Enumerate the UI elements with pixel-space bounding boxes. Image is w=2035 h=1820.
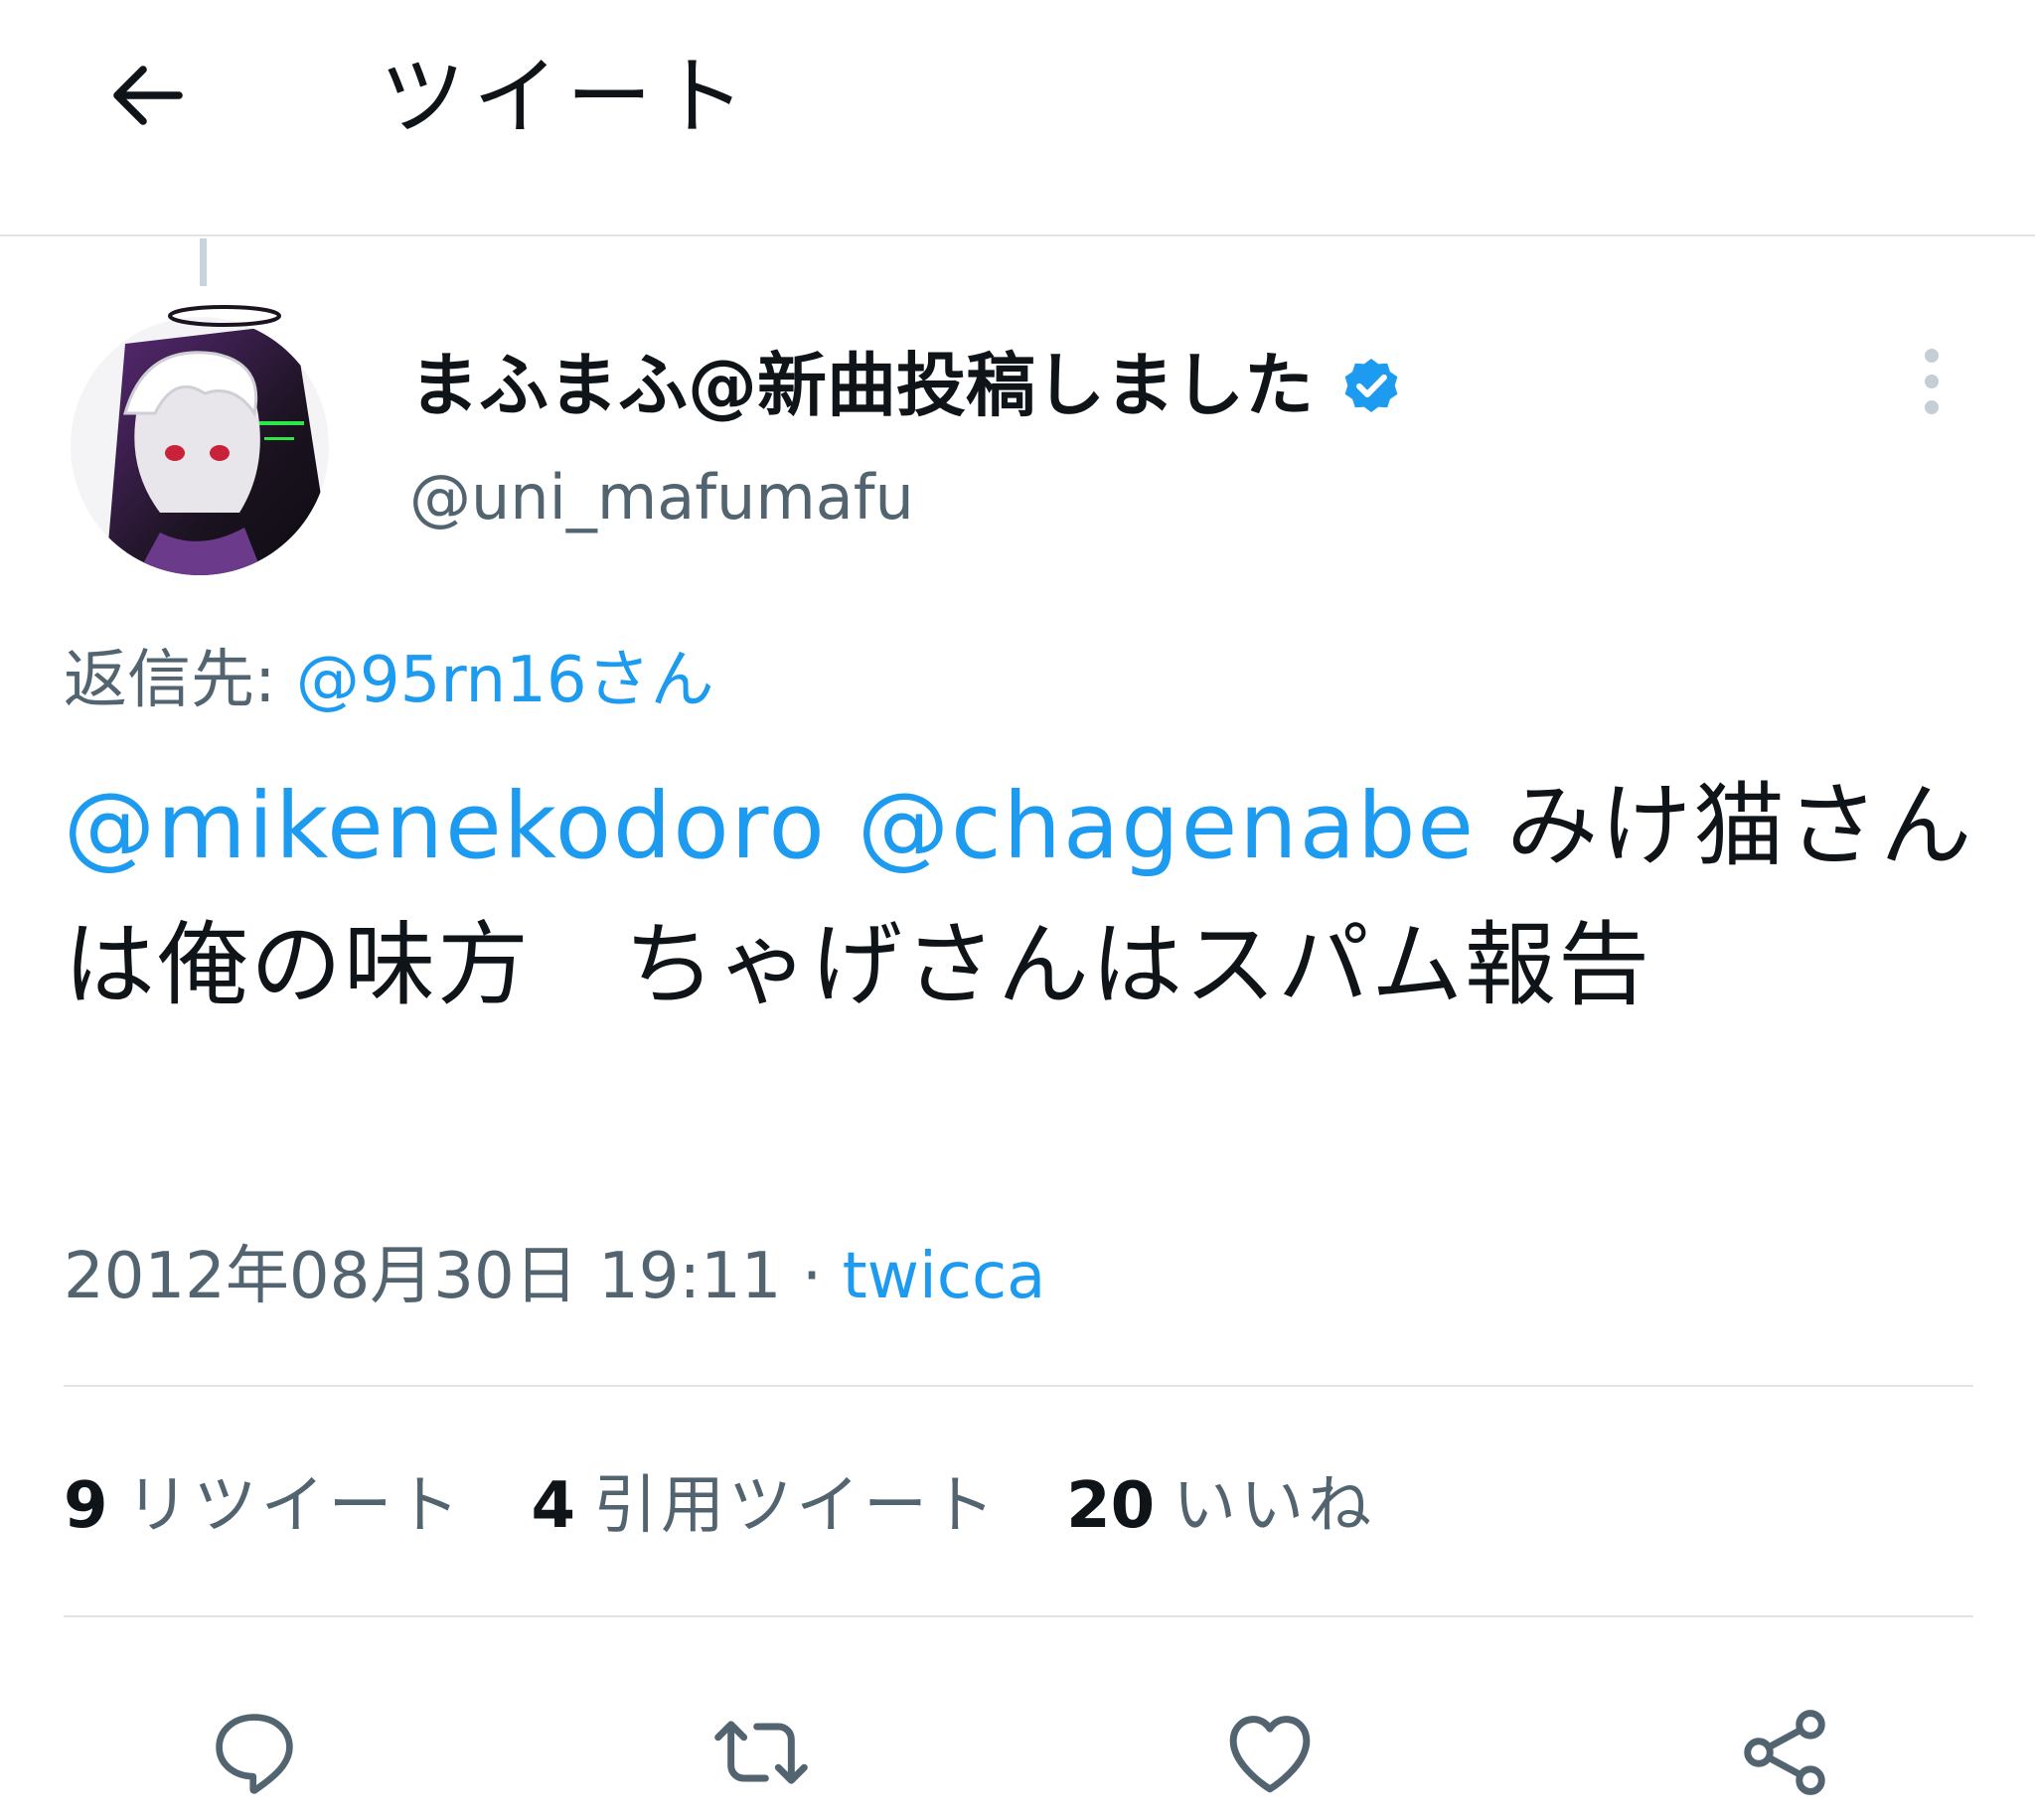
like-button[interactable] [1210, 1693, 1330, 1812]
more-vertical-icon [1925, 349, 1939, 414]
stat-count: 9 [64, 1469, 108, 1543]
author-handle[interactable]: @uni_mafumafu [409, 453, 914, 542]
stat-count: 20 [1066, 1469, 1156, 1543]
author-name-row[interactable]: まふまふ@新曲投稿しました [409, 336, 1407, 435]
mention-link[interactable]: @mikenekodoro [64, 773, 827, 879]
reply-button[interactable] [195, 1693, 314, 1812]
retweet-icon [714, 1721, 808, 1784]
verified-badge-icon [1335, 350, 1407, 421]
top-bar: ツイート [0, 0, 2035, 236]
like-count-stat[interactable]: 20 いいね [1066, 1456, 1375, 1556]
tweet-datetime[interactable]: 2012年08月30日 19:11 [64, 1240, 782, 1313]
engagement-stats: 9 リツイート 4 引用ツイート 20 いいね [64, 1456, 1443, 1556]
stat-label: 引用ツイート [593, 1469, 1000, 1543]
reply-prefix: 返信先: [64, 644, 296, 717]
divider [64, 1385, 1973, 1387]
share-button[interactable] [1725, 1693, 1844, 1812]
stat-label: リツイート [125, 1469, 464, 1543]
thread-connector [200, 238, 207, 286]
author-display-name[interactable]: まふまふ@新曲投稿しました [409, 336, 1314, 435]
meta-separator: · [781, 1240, 843, 1313]
page-title: ツイート [380, 48, 753, 147]
retweet-count-stat[interactable]: 9 リツイート [64, 1456, 464, 1556]
share-icon [1744, 1710, 1825, 1795]
reply-target-link[interactable]: @95rn16さん [296, 644, 714, 717]
like-icon [1229, 1716, 1311, 1793]
reply-context: 返信先: @95rn16さん [64, 636, 714, 725]
mention-link[interactable]: @chagenabe [858, 773, 1476, 879]
retweet-button[interactable] [702, 1693, 821, 1812]
quote-count-stat[interactable]: 4 引用ツイート [532, 1456, 1000, 1556]
more-options-button[interactable] [1894, 332, 1969, 431]
stat-count: 4 [531, 1469, 576, 1543]
reply-icon [216, 1714, 293, 1794]
avatar[interactable] [66, 304, 334, 578]
back-button[interactable] [91, 40, 203, 151]
stat-label: いいね [1173, 1469, 1376, 1543]
tweet-meta: 2012年08月30日 19:11 · twicca [64, 1232, 1045, 1321]
divider [64, 1615, 1973, 1617]
source-link[interactable]: twicca [843, 1240, 1046, 1313]
arrow-left-icon [113, 66, 183, 125]
tweet-text: @mikenekodoro @chagenabe みけ猫さんは俺の味方 ちゃげさ… [64, 757, 2001, 1035]
